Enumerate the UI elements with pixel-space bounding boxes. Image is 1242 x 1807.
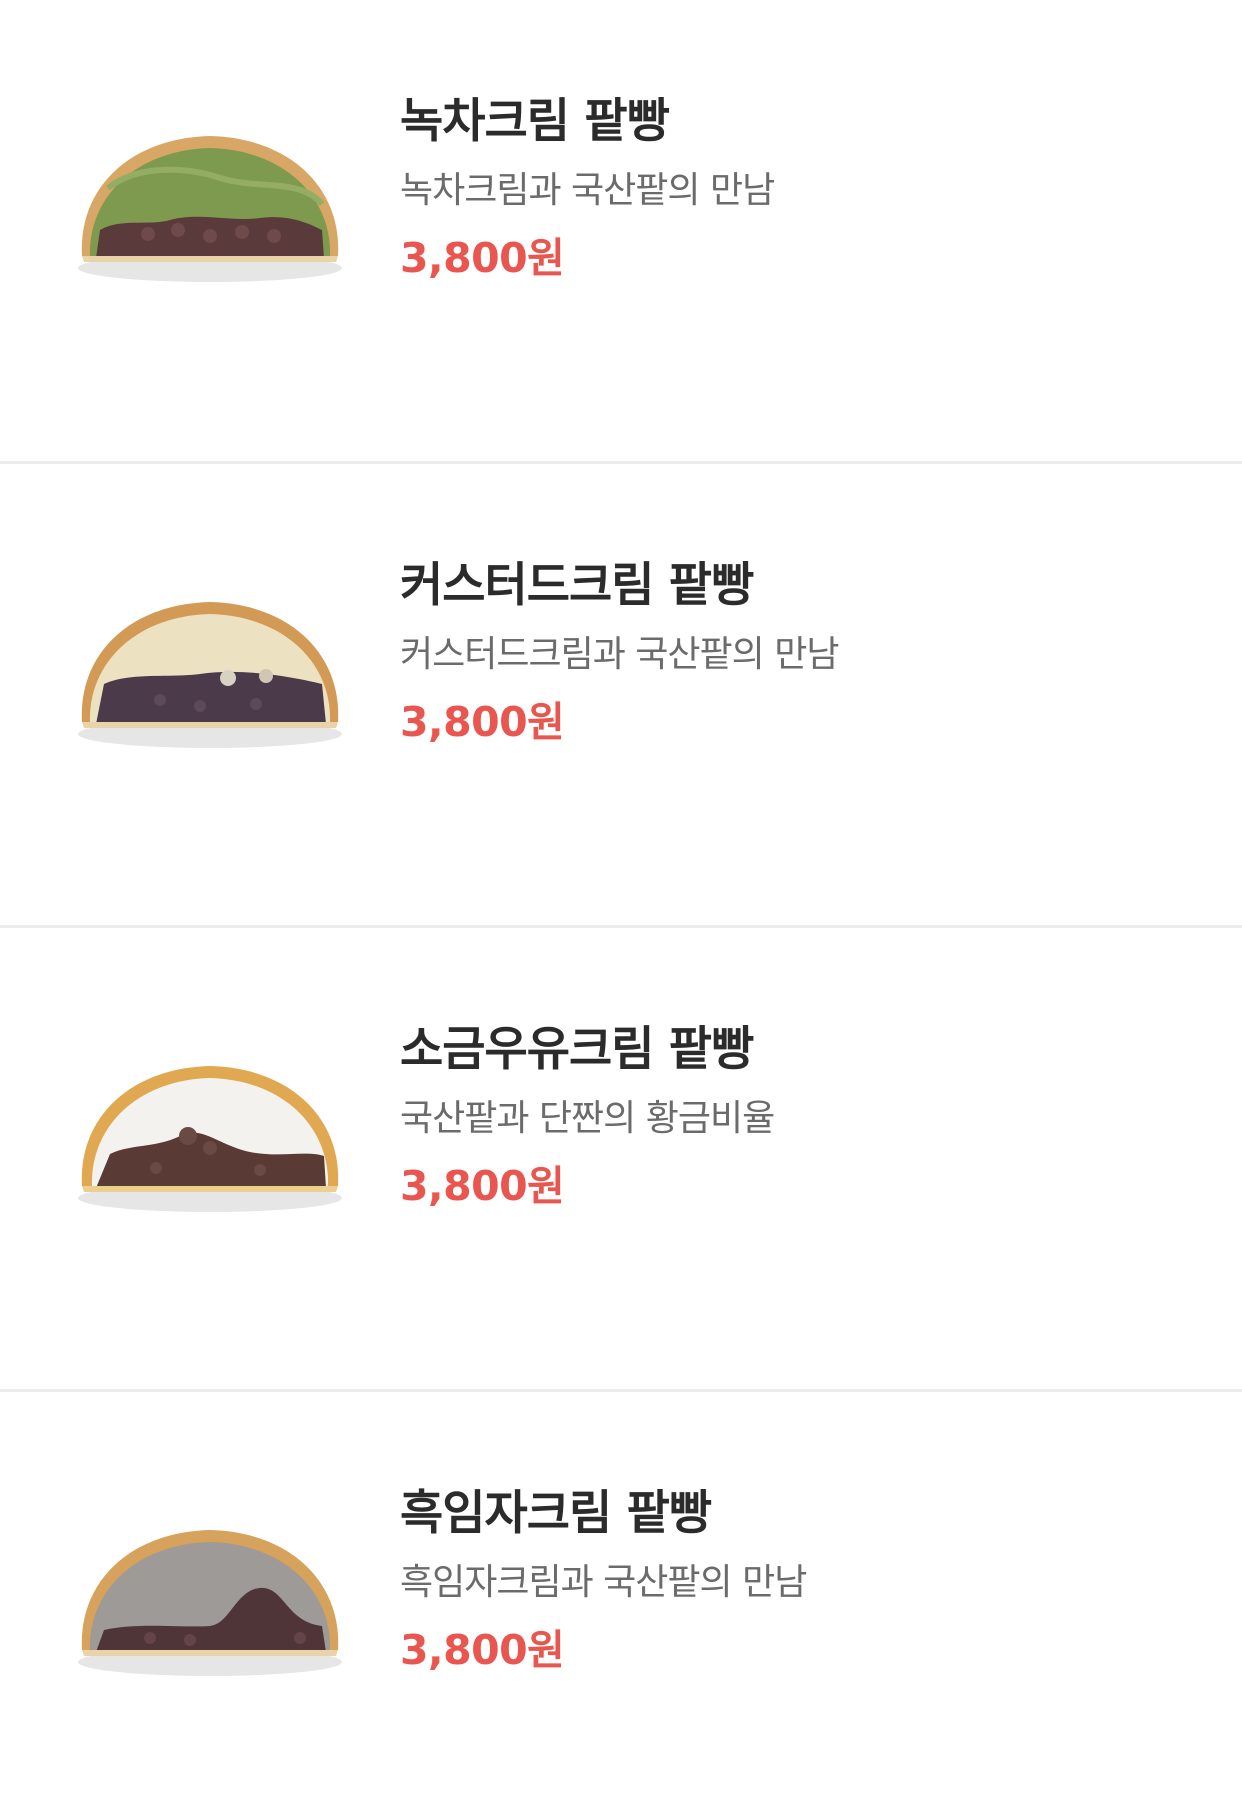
menu-item-info: 소금우유크림 팥빵 국산팥과 단짠의 황금비율 3,800원	[400, 1020, 1200, 1212]
product-image-custard	[60, 572, 360, 762]
menu-item-info: 흑임자크림 팥빵 흑임자크림과 국산팥의 만남 3,800원	[400, 1484, 1200, 1676]
product-name: 흑임자크림 팥빵	[400, 1486, 712, 1541]
product-price: 3,800원	[400, 234, 565, 282]
product-name: 커스터드크림 팥빵	[400, 558, 754, 613]
product-description: 녹차크림과 국산팥의 만남	[400, 170, 775, 211]
menu-item-custard[interactable]: 커스터드크림 팥빵 커스터드크림과 국산팥의 만남 3,800원	[0, 464, 1242, 928]
product-price: 3,800원	[400, 1162, 565, 1210]
menu-list: 녹차크림 팥빵 녹차크림과 국산팥의 만남 3,800원 커스터드크림 팥빵 커…	[0, 0, 1242, 1807]
product-price: 3,800원	[400, 698, 565, 746]
product-price: 3,800원	[400, 1626, 565, 1674]
product-image-greentea	[60, 108, 360, 298]
product-description: 흑임자크림과 국산팥의 만남	[400, 1562, 807, 1603]
product-image-black-sesame	[60, 1500, 360, 1690]
menu-item-info: 녹차크림 팥빵 녹차크림과 국산팥의 만남 3,800원	[400, 92, 1200, 284]
product-description: 커스터드크림과 국산팥의 만남	[400, 634, 839, 675]
menu-item-greentea[interactable]: 녹차크림 팥빵 녹차크림과 국산팥의 만남 3,800원	[0, 0, 1242, 464]
product-name: 녹차크림 팥빵	[400, 94, 670, 149]
product-description: 국산팥과 단짠의 황금비율	[400, 1098, 775, 1139]
product-name: 소금우유크림 팥빵	[400, 1022, 754, 1077]
product-image-salt-milk	[60, 1036, 360, 1226]
menu-item-salt-milk[interactable]: 소금우유크림 팥빵 국산팥과 단짠의 황금비율 3,800원	[0, 928, 1242, 1392]
menu-item-info: 커스터드크림 팥빵 커스터드크림과 국산팥의 만남 3,800원	[400, 556, 1200, 748]
menu-item-black-sesame[interactable]: 흑임자크림 팥빵 흑임자크림과 국산팥의 만남 3,800원	[0, 1392, 1242, 1807]
